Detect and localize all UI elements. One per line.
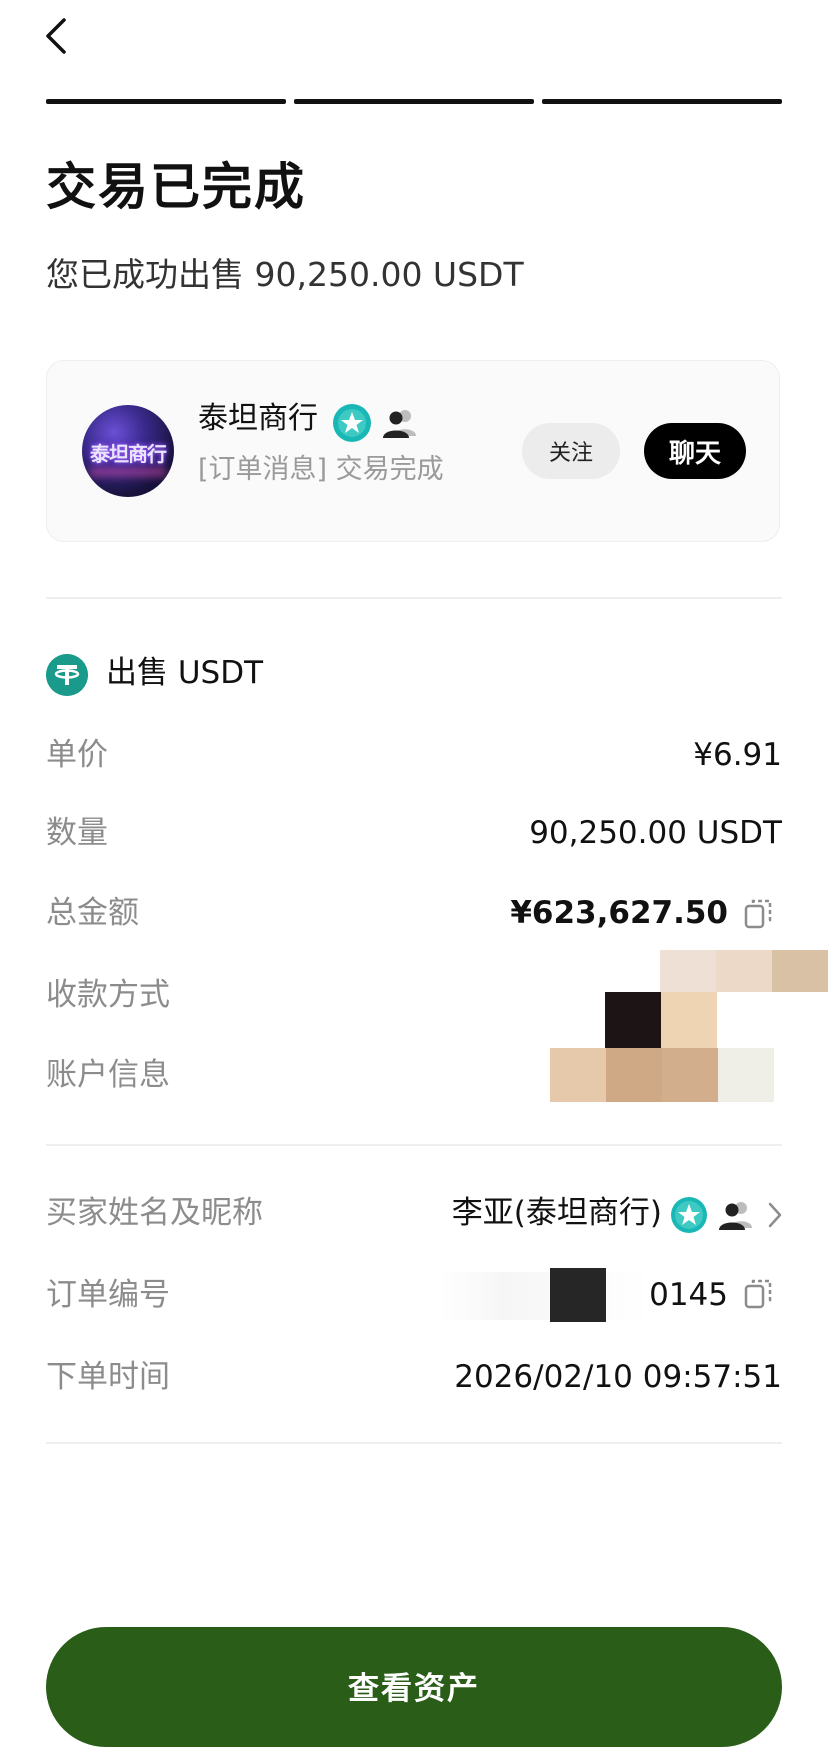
back-chevron-icon[interactable] [40, 14, 76, 58]
progress-step-1 [46, 99, 286, 104]
order-time-value: 2026/02/10 09:57:51 [454, 1359, 782, 1395]
order-time-label: 下单时间 [46, 1359, 170, 1395]
sold-amount-summary: 您已成功出售 90,250.00 USDT [46, 255, 524, 294]
redacted-payment-info [550, 950, 828, 1102]
avatar-logo-text: 泰坦商行 [90, 442, 167, 466]
verified-star-icon [671, 1197, 707, 1233]
mosaic-cell [660, 950, 716, 992]
mosaic-cell [661, 992, 717, 1048]
quantity-value: 90,250.00 USDT [529, 815, 782, 851]
order-message: [订单消息] 交易完成 [198, 454, 444, 485]
divider [46, 1144, 782, 1146]
unit-price-label: 单价 [46, 737, 108, 773]
account-info-label: 账户信息 [46, 1057, 170, 1093]
mosaic-cell [662, 1048, 718, 1102]
chat-button[interactable]: 聊天 [644, 423, 746, 479]
people-icon [719, 1202, 752, 1230]
redacted-order-block [550, 1268, 606, 1322]
usdt-icon [46, 654, 88, 696]
people-icon [383, 410, 416, 438]
mosaic-cell [772, 950, 828, 992]
buyer-name-label: 买家姓名及昵称 [46, 1195, 263, 1231]
total-amount-value: ¥623,627.50 [510, 895, 728, 931]
follow-button[interactable]: 关注 [522, 423, 620, 479]
divider [46, 1442, 782, 1444]
unit-price-value: ¥6.91 [693, 737, 782, 773]
divider [46, 597, 782, 599]
avatar-glow [90, 467, 166, 477]
copy-icon[interactable] [744, 898, 774, 930]
view-assets-button[interactable]: 查看资产 [46, 1627, 782, 1747]
mosaic-cell [606, 1048, 662, 1102]
progress-step-2 [294, 99, 534, 104]
mosaic-cell [605, 992, 661, 1048]
trade-heading: 出售 USDT [106, 655, 264, 691]
payment-method-label: 收款方式 [46, 977, 170, 1013]
mosaic-cell [550, 1048, 606, 1102]
order-number-label: 订单编号 [46, 1277, 170, 1313]
buyer-name-value[interactable]: 李亚(泰坦商行) [452, 1198, 662, 1229]
mosaic-cell [716, 950, 772, 992]
progress-step-3 [542, 99, 782, 104]
quantity-label: 数量 [46, 815, 108, 851]
merchant-name[interactable]: 泰坦商行 [198, 404, 318, 434]
page-title: 交易已完成 [46, 158, 306, 216]
copy-icon[interactable] [744, 1278, 774, 1310]
redacted-order-fade [440, 1272, 650, 1320]
order-number-value: 0145 [649, 1277, 728, 1313]
avatar[interactable]: 泰坦商行 [82, 405, 174, 497]
chevron-right-icon[interactable] [766, 1200, 784, 1230]
total-amount-label: 总金额 [46, 895, 139, 931]
verified-star-icon [333, 404, 371, 442]
mosaic-cell [718, 1048, 774, 1102]
